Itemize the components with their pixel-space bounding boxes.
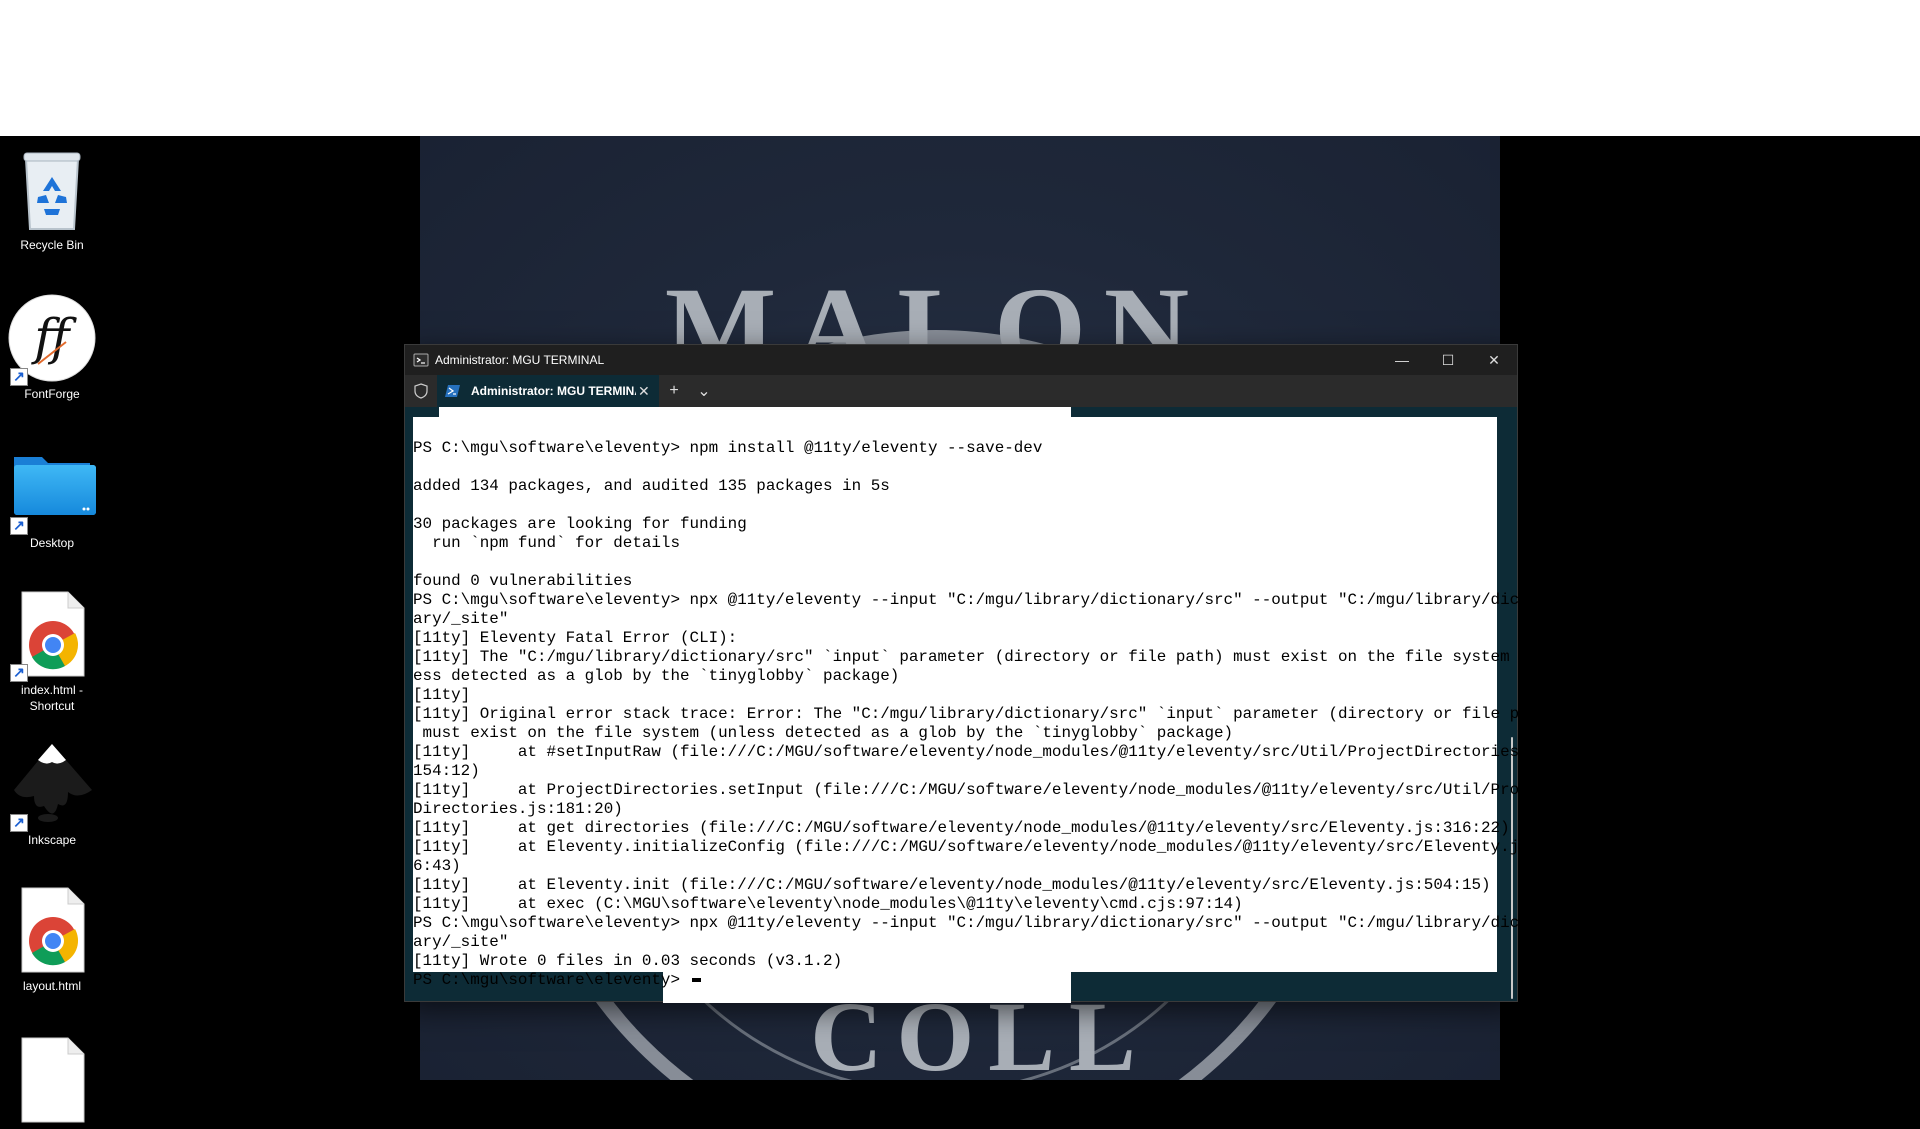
terminal-line: ess detected as a glob by the `tinyglobb… <box>413 667 900 685</box>
terminal-line: [11ty] at Eleventy.initializeConfig (fil… <box>413 838 1558 856</box>
tab-terminal[interactable]: Administrator: MGU TERMINAL ✕ <box>437 375 659 407</box>
desktop-icon-recycle-bin[interactable]: Recycle Bin <box>2 145 102 253</box>
desktop-icon-document[interactable] <box>2 1036 102 1124</box>
terminal-line: Directories.js:181:20) <box>413 800 623 818</box>
terminal-app-icon <box>413 353 429 367</box>
new-tab-button[interactable]: + <box>659 375 689 407</box>
terminal-line: added 134 packages, and audited 135 pack… <box>413 477 890 495</box>
fontforge-icon: ff ↗ <box>8 294 96 386</box>
folder-icon: ↗ <box>8 443 96 535</box>
desktop-icon-desktop-folder[interactable]: ↗ Desktop <box>2 443 102 551</box>
chrome-icon: ↗ <box>8 590 96 682</box>
terminal-line: [11ty] Wrote 0 files in 0.03 seconds (v3… <box>413 952 843 970</box>
terminal-line: [11ty] at get directories (file:///C:/MG… <box>413 819 1510 837</box>
desktop-icon-label: index.html - Shortcut <box>20 683 84 713</box>
shortcut-arrow-icon: ↗ <box>10 664 28 682</box>
terminal-line: 6:43) <box>413 857 461 875</box>
terminal-prompt-line[interactable]: PS C:\mgu\software\eleventy> <box>413 971 1499 990</box>
inkscape-icon: ↗ <box>8 740 96 832</box>
terminal-line: [11ty] Original error stack trace: Error… <box>413 705 1558 723</box>
terminal-line: [11ty] at ProjectDirectories.setInput (f… <box>413 781 1558 799</box>
terminal-line: 154:12) <box>413 762 480 780</box>
terminal-line: run `npm fund` for details <box>413 534 681 552</box>
tab-bar: Administrator: MGU TERMINAL ✕ + ⌄ <box>405 375 1517 407</box>
top-blank-area <box>0 0 1920 136</box>
title-bar[interactable]: Administrator: MGU TERMINAL — ☐ ✕ <box>405 345 1517 375</box>
desktop-icon-inkscape[interactable]: ↗ Inkscape <box>2 740 102 848</box>
terminal-line: [11ty] The "C:/mgu/library/dictionary/sr… <box>413 648 1558 666</box>
desktop-icon-layout-html[interactable]: layout.html <box>2 886 102 994</box>
terminal-text-background <box>439 407 1071 417</box>
powershell-icon <box>445 385 460 397</box>
tab-close-button[interactable]: ✕ <box>638 383 650 400</box>
terminal-line: 30 packages are looking for funding <box>413 515 747 533</box>
chrome-icon <box>8 886 96 974</box>
terminal-line: [11ty] at exec (C:\MGU\software\eleventy… <box>413 895 1243 913</box>
terminal-line: PS C:\mgu\software\eleventy> npx @11ty/e… <box>413 591 1558 609</box>
terminal-line: [11ty] at Eleventy.init (file:///C:/MGU/… <box>413 876 1491 894</box>
terminal-line: ary/_site" <box>413 933 509 951</box>
terminal-window[interactable]: Administrator: MGU TERMINAL — ☐ ✕ Admini… <box>404 344 1558 1003</box>
terminal-line: PS C:\mgu\software\eleventy> npx @11ty/e… <box>413 914 1558 932</box>
desktop-icon-label: FontForge <box>24 387 80 401</box>
tab-title: Administrator: MGU TERMINAL <box>471 384 636 398</box>
shortcut-arrow-icon: ↗ <box>10 517 28 535</box>
terminal-line: must exist on the file system (unless de… <box>413 724 1234 742</box>
terminal-prompt: PS C:\mgu\software\eleventy> <box>413 971 690 989</box>
minimize-button[interactable]: — <box>1379 345 1425 375</box>
desktop-icon-index-shortcut[interactable]: ↗ index.html - Shortcut <box>2 590 102 714</box>
maximize-button[interactable]: ☐ <box>1425 345 1471 375</box>
desktop-icon-fontforge[interactable]: ff ↗ FontForge <box>2 294 102 402</box>
text-cursor <box>691 977 701 982</box>
desktop-icon-label: Desktop <box>29 536 75 550</box>
window-title: Administrator: MGU TERMINAL <box>435 353 605 367</box>
tab-dropdown-button[interactable]: ⌄ <box>689 375 719 407</box>
shortcut-arrow-icon: ↗ <box>10 814 28 832</box>
terminal-line: PS C:\mgu\software\eleventy> npm install… <box>413 439 1043 457</box>
close-button[interactable]: ✕ <box>1471 345 1517 375</box>
terminal-line: [11ty] <box>413 686 471 704</box>
terminal-output[interactable]: PS C:\mgu\software\eleventy> npm install… <box>413 439 1558 990</box>
desktop-icon-label: Recycle Bin <box>20 238 84 252</box>
desktop-icon-label: Inkscape <box>27 833 77 847</box>
terminal-line: found 0 vulnerabilities <box>413 572 633 590</box>
document-icon <box>8 1036 96 1124</box>
terminal-line: ary/_site" <box>413 610 509 628</box>
desktop-icon-label: layout.html <box>22 979 82 993</box>
terminal-line: [11ty] Eleventy Fatal Error (CLI): <box>413 629 738 647</box>
shortcut-arrow-icon: ↗ <box>10 368 28 386</box>
recycle-bin-icon <box>8 145 96 233</box>
terminal-body[interactable]: PS C:\mgu\software\eleventy> npm install… <box>405 407 1558 1003</box>
terminal-line: [11ty] at #setInputRaw (file:///C:/MGU/s… <box>413 743 1558 761</box>
shield-icon <box>405 375 437 407</box>
scrollbar-thumb[interactable] <box>1511 737 1513 999</box>
